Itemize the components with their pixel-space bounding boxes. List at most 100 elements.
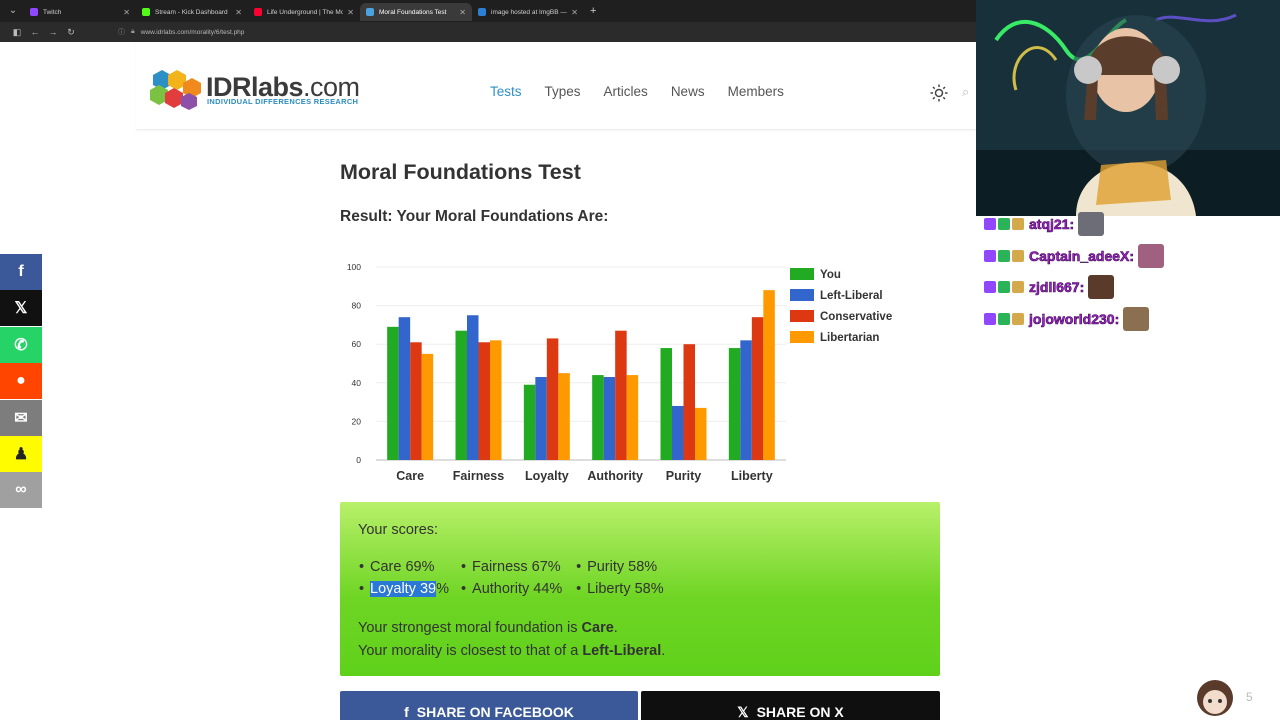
- email-share-button[interactable]: ✉: [0, 399, 42, 436]
- bar: [603, 377, 616, 460]
- close-tab-icon[interactable]: ✕: [459, 8, 466, 17]
- nav-articles[interactable]: Articles: [604, 84, 648, 99]
- nav-news[interactable]: News: [671, 84, 705, 99]
- screen: ⌄ Twitch ✕ Stream - Kick Dashboard ✕ Life Un…: [0, 0, 1280, 720]
- closest-group-line: Your morality is closest to that of a Le…: [358, 642, 666, 659]
- main-nav: Tests Types Articles News Members: [490, 84, 807, 99]
- emote-badge-icon: [1012, 218, 1024, 230]
- result-summary: Your strongest moral foundation is Care.…: [358, 617, 922, 662]
- bar: [478, 342, 490, 460]
- browser-tab[interactable]: Stream - Kick Dashboard ✕: [136, 3, 248, 21]
- snapchat-share-button[interactable]: ♟: [0, 436, 42, 472]
- sub-badge-icon: [998, 249, 1010, 262]
- page-title: Moral Foundations Test: [340, 160, 581, 184]
- chat-username[interactable]: jojoworld230:: [1029, 310, 1120, 327]
- scores-header: Your scores:: [358, 522, 439, 538]
- browser-tab[interactable]: Twitch ✕: [24, 3, 136, 21]
- x-tick-label: Loyalty: [525, 469, 569, 483]
- tab-menu-icon[interactable]: ⌄: [6, 4, 20, 18]
- x-tick-label: Authority: [587, 469, 643, 483]
- nav-types[interactable]: Types: [545, 84, 581, 99]
- share-facebook-button[interactable]: f SHARE ON FACEBOOK: [340, 691, 638, 720]
- x-icon: 𝕏: [737, 704, 749, 720]
- bar: [558, 373, 570, 460]
- reload-icon[interactable]: ↻: [62, 27, 80, 38]
- address-bar-row: ◧ ← → ↻ ⓘ 🔒︎ www.idrlabs.com/morality/6/…: [0, 22, 976, 42]
- idrlabs-logo[interactable]: [149, 68, 201, 112]
- score-liberty: Liberty 58%: [575, 578, 664, 600]
- scores-panel: Your scores: Care 69% Fairness 67% Purit…: [340, 502, 940, 676]
- x-tick-label: Purity: [666, 469, 701, 483]
- bar: [592, 375, 604, 460]
- x-tick-label: Liberty: [731, 469, 773, 483]
- twitch-badge-icon: [984, 218, 996, 230]
- tab-title: Twitch: [43, 8, 62, 16]
- bar: [683, 344, 695, 460]
- emote-badge-icon: [1012, 249, 1024, 262]
- tab-title: Stream - Kick Dashboard: [155, 8, 228, 16]
- nav-tests[interactable]: Tests: [490, 84, 522, 99]
- search-icon[interactable]: ⌕: [962, 84, 976, 102]
- browser-tab[interactable]: Moral Foundations Test ✕: [360, 3, 472, 21]
- moral-foundations-chart: 0 20 40 60 80 100 Care Fairness Loyalty Authority…: [347, 262, 892, 483]
- chat-emote-icon: [1078, 212, 1105, 236]
- bar: [695, 407, 707, 460]
- close-tab-icon[interactable]: ✕: [123, 8, 130, 17]
- bar: [387, 326, 399, 460]
- bar: [751, 317, 764, 460]
- bar: [740, 340, 752, 460]
- url-field[interactable]: ⓘ 🔒︎ www.idrlabs.com/morality/6/test.php: [118, 25, 898, 39]
- sidebar-toggle-icon[interactable]: ◧: [8, 27, 26, 38]
- tab-favicon: [478, 8, 486, 16]
- close-tab-icon[interactable]: ✕: [571, 8, 578, 17]
- webcam-image: [976, 0, 1280, 216]
- legend-swatch: [790, 331, 814, 343]
- selected-text: Loyalty 39: [370, 581, 437, 597]
- legend-swatch: [790, 268, 814, 280]
- scores-list: Care 69% Fairness 67% Purity 58% Loyalty…: [358, 556, 922, 600]
- close-tab-icon[interactable]: ✕: [235, 8, 242, 17]
- new-tab-button[interactable]: +: [590, 5, 596, 17]
- tab-favicon: [366, 8, 374, 16]
- chat-emote-icon: [1138, 243, 1165, 268]
- browser-tab[interactable]: Life Underground | The Mole F✕: [248, 3, 360, 21]
- y-tick-label: 0: [356, 455, 361, 465]
- bar: [535, 377, 547, 460]
- emote-badge-icon: [1012, 312, 1024, 325]
- x-share-button[interactable]: 𝕏: [0, 290, 42, 327]
- bar: [763, 290, 775, 460]
- y-tick-label: 80: [352, 301, 362, 311]
- site-info-icon[interactable]: ⓘ: [118, 27, 125, 37]
- sub-badge-icon: [998, 281, 1010, 293]
- chat-username[interactable]: Captain_adeeX:: [1029, 247, 1135, 264]
- bar: [672, 405, 684, 460]
- bar: [728, 348, 741, 460]
- back-icon[interactable]: ←: [26, 27, 44, 37]
- lock-icon: 🔒︎: [131, 28, 135, 35]
- theme-toggle-sun-icon[interactable]: [930, 84, 948, 102]
- facebook-share-button[interactable]: f: [0, 254, 42, 290]
- chat-username[interactable]: zjdll667:: [1029, 279, 1085, 296]
- bar: [615, 330, 627, 460]
- y-tick-label: 100: [347, 262, 361, 272]
- url-text: www.idrlabs.com/morality/6/test.php: [140, 28, 245, 36]
- close-tab-icon[interactable]: ✕: [347, 8, 354, 17]
- bar: [626, 375, 639, 460]
- whatsapp-share-button[interactable]: ✆: [0, 326, 42, 363]
- chat-username[interactable]: atqj21:: [1029, 216, 1075, 233]
- chat-emote-icon: [1088, 275, 1115, 299]
- share-x-button[interactable]: 𝕏 SHARE ON X: [641, 691, 940, 720]
- strongest-foundation-line: Your strongest moral foundation is Care.: [358, 620, 618, 636]
- nav-members[interactable]: Members: [728, 84, 784, 99]
- legend-label: You: [820, 269, 841, 281]
- browser-tab[interactable]: image hosted at ImgBB — Imgb ✕: [472, 3, 584, 21]
- scores-row-1: Care 69% Fairness 67% Purity 58%: [358, 556, 922, 578]
- x-icon: 𝕏: [14, 300, 28, 318]
- bar: [660, 348, 672, 460]
- legend-label: Left-Liberal: [820, 290, 883, 302]
- link-share-button[interactable]: ∞: [0, 472, 42, 509]
- forward-icon[interactable]: →: [44, 27, 62, 37]
- bar: [455, 330, 467, 460]
- reddit-share-button[interactable]: ●: [0, 363, 42, 400]
- bar: [467, 315, 479, 460]
